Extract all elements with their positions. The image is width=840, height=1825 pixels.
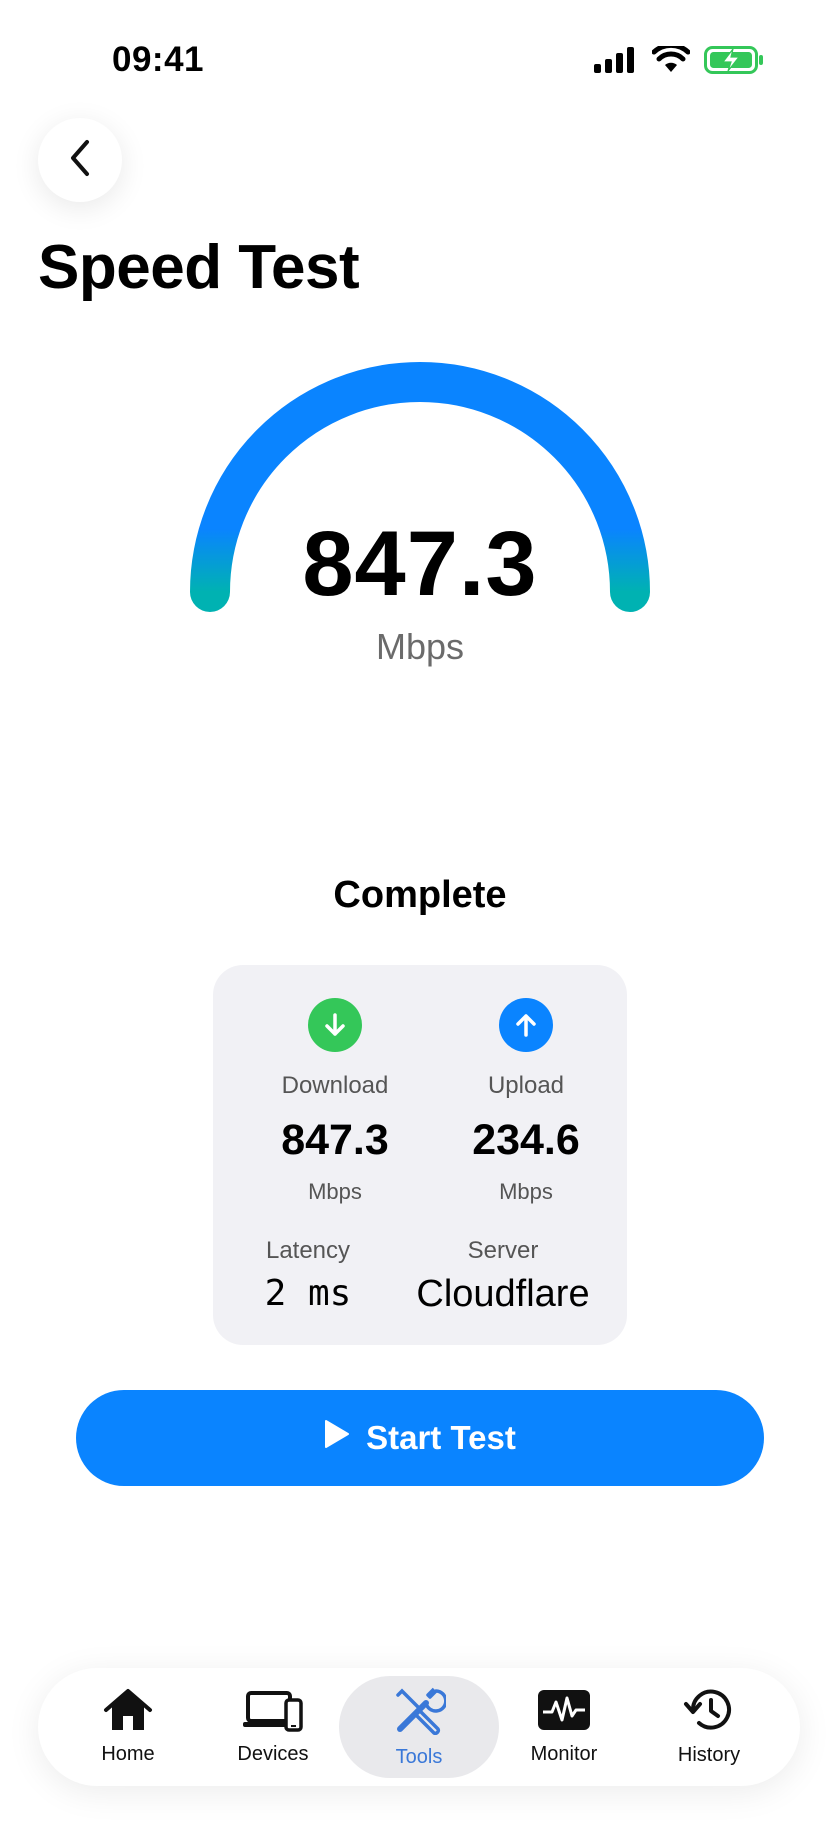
upload-metric: Upload 234.6 Mbps [446, 998, 606, 1205]
tab-devices[interactable]: Devices [201, 1676, 345, 1778]
devices-icon [241, 1688, 305, 1737]
battery-charging-icon [704, 46, 764, 79]
status-time: 09:41 [112, 40, 205, 79]
page-title: Speed Test [38, 233, 360, 302]
cellular-signal-icon [594, 47, 638, 78]
tab-home-label: Home [101, 1743, 155, 1765]
tab-monitor-label: Monitor [530, 1743, 598, 1765]
arrow-down-icon [308, 998, 362, 1052]
tab-history-label: History [677, 1744, 741, 1766]
tab-history[interactable]: History [637, 1676, 781, 1778]
download-value: 847.3 [281, 1116, 389, 1164]
test-status: Complete [333, 874, 507, 916]
latency-info: Latency 2 ms [233, 1237, 383, 1314]
start-test-button[interactable]: Start Test [76, 1390, 764, 1486]
play-icon [324, 1419, 350, 1457]
arrow-up-icon [499, 998, 553, 1052]
tools-icon [392, 1685, 448, 1740]
speed-test-screen: 09:41 Speed Test 847.3 Mbps Complete Dow… [0, 0, 840, 1825]
server-label: Server [467, 1237, 539, 1264]
history-clock-icon [683, 1687, 735, 1738]
latency-label: Latency [265, 1237, 351, 1264]
wifi-icon [651, 42, 691, 79]
download-unit: Mbps [308, 1179, 362, 1204]
tab-tools[interactable]: Tools [339, 1676, 499, 1778]
download-metric: Download 847.3 Mbps [255, 998, 415, 1205]
upload-value: 234.6 [472, 1116, 580, 1164]
results-card: Download 847.3 Mbps Upload 234.6 Mbps La… [213, 965, 627, 1345]
status-icons [594, 42, 764, 79]
tab-devices-label: Devices [237, 1743, 309, 1765]
tab-home[interactable]: Home [56, 1676, 200, 1778]
start-test-label: Start Test [366, 1419, 516, 1456]
gauge-value: 847.3 [302, 513, 538, 615]
tab-monitor[interactable]: Monitor [492, 1676, 636, 1778]
upload-label: Upload [487, 1072, 565, 1099]
tab-bar: Home Devices Tools Monitor History [38, 1668, 800, 1786]
latency-value: 2 ms [264, 1273, 352, 1314]
gauge-unit: Mbps [375, 626, 465, 667]
tab-tools-label: Tools [395, 1746, 443, 1768]
house-icon [102, 1688, 154, 1737]
back-button[interactable] [38, 118, 122, 202]
chevron-left-icon [65, 138, 95, 183]
server-info: Server Cloudflare [393, 1237, 613, 1316]
upload-unit: Mbps [499, 1179, 553, 1204]
waveform-monitor-icon [537, 1688, 591, 1737]
download-label: Download [281, 1072, 389, 1099]
server-value: Cloudflare [416, 1273, 590, 1315]
